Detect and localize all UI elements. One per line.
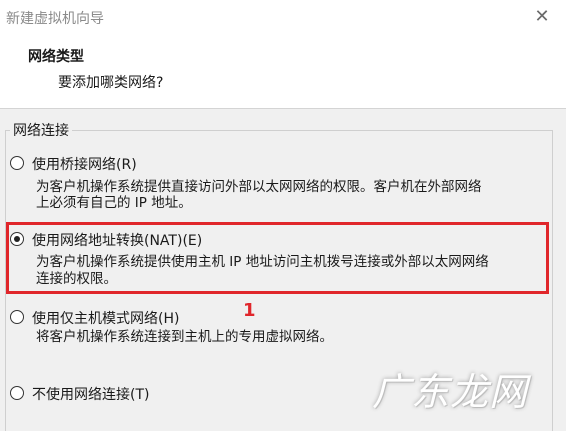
page-subtitle: 要添加哪类网络? bbox=[58, 75, 164, 91]
close-button[interactable]: ✕ bbox=[532, 6, 552, 28]
option-bridged-desc-2: 上必须有自己的 IP 地址。 bbox=[36, 195, 192, 211]
wizard-header: 网络类型 要添加哪类网络? bbox=[0, 38, 566, 109]
watermark: 广东龙网 bbox=[371, 370, 528, 414]
window-title: 新建虚拟机向导 bbox=[6, 11, 104, 27]
option-no-network-label[interactable]: 不使用网络连接(T) bbox=[32, 384, 149, 404]
radio-host-only[interactable] bbox=[10, 310, 24, 324]
annotation-marker: 1 bbox=[243, 300, 256, 321]
title-bar: 新建虚拟机向导 ✕ bbox=[0, 0, 566, 38]
option-bridged-label[interactable]: 使用桥接网络(R) bbox=[32, 154, 137, 174]
highlight-box bbox=[6, 222, 549, 294]
groupbox-label: 网络连接 bbox=[10, 120, 72, 140]
option-host-only-label[interactable]: 使用仅主机模式网络(H) bbox=[32, 308, 179, 328]
page-title: 网络类型 bbox=[28, 49, 84, 65]
radio-no-network[interactable] bbox=[10, 386, 24, 400]
option-host-only-desc-1: 将客户机操作系统连接到主机上的专用虚拟网络。 bbox=[36, 329, 333, 345]
radio-bridged[interactable] bbox=[10, 156, 24, 170]
